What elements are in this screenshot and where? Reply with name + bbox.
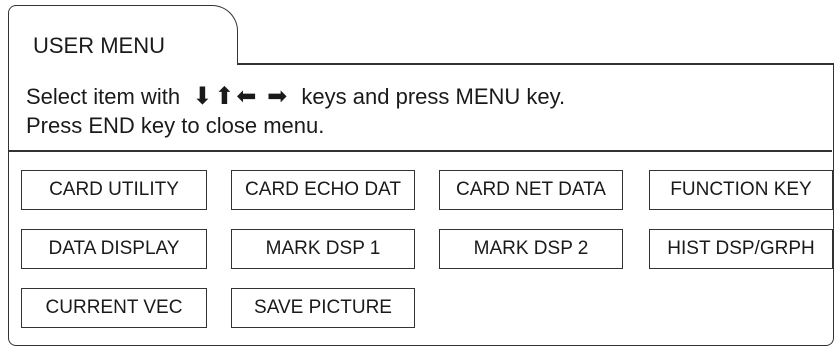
card-utility-button[interactable]: CARD UTILITY — [21, 170, 207, 210]
card-echo-dat-button[interactable]: CARD ECHO DAT — [231, 170, 415, 210]
arrow-keys-icon: ⬇⬆⬅ ➡ — [192, 83, 290, 110]
current-vec-button[interactable]: CURRENT VEC — [21, 288, 207, 328]
menu-title-tab: USER MENU — [8, 5, 238, 65]
mark-dsp-2-button[interactable]: MARK DSP 2 — [439, 229, 623, 269]
divider — [9, 150, 832, 152]
hist-dsp-grph-button[interactable]: HIST DSP/GRPH — [649, 229, 833, 269]
data-display-button[interactable]: DATA DISPLAY — [21, 229, 207, 269]
instruction-suffix: keys and press MENU key. — [301, 84, 566, 109]
menu-top-border — [236, 63, 834, 65]
instruction-prefix: Select item with — [26, 84, 181, 109]
menu-title: USER MENU — [33, 33, 166, 58]
function-key-button[interactable]: FUNCTION KEY — [649, 170, 833, 210]
instructions: Select item with ⬇⬆⬅ ➡ keys and press ME… — [26, 82, 565, 140]
card-net-data-button[interactable]: CARD NET DATA — [439, 170, 623, 210]
mark-dsp-1-button[interactable]: MARK DSP 1 — [231, 229, 415, 269]
instruction-line-2: Press END key to close menu. — [26, 113, 325, 138]
instruction-line-1: Select item with ⬇⬆⬅ ➡ keys and press ME… — [26, 82, 565, 111]
save-picture-button[interactable]: SAVE PICTURE — [231, 288, 415, 328]
